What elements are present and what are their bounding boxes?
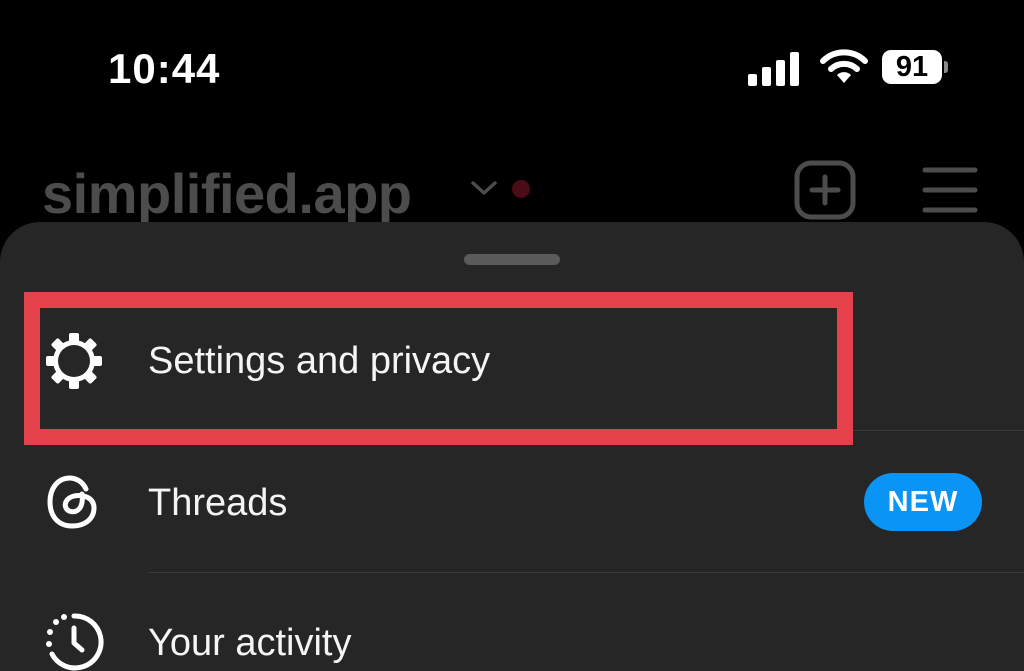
new-badge: NEW: [864, 473, 982, 531]
menu-item-threads[interactable]: Threads NEW: [0, 442, 1024, 562]
divider: [148, 572, 1024, 573]
menu-item-label: Settings and privacy: [148, 340, 491, 382]
notification-dot: [512, 180, 530, 198]
battery-icon: 91: [882, 50, 948, 84]
sheet-grabber[interactable]: [464, 254, 560, 265]
chevron-down-icon[interactable]: [470, 178, 498, 198]
menu-item-settings-and-privacy[interactable]: Settings and privacy: [0, 302, 1024, 422]
gear-icon: [46, 333, 102, 389]
create-post-icon[interactable]: [794, 160, 856, 220]
menu-item-your-activity[interactable]: Your activity: [0, 582, 1024, 671]
divider: [148, 430, 1024, 431]
signal-icon: [748, 52, 799, 86]
hamburger-menu-icon[interactable]: [922, 166, 978, 214]
menu-sheet: Settings and privacy Threads NEW Your ac…: [0, 222, 1024, 671]
battery-level: 91: [882, 50, 942, 84]
menu-item-label: Threads: [148, 482, 288, 524]
wifi-icon: [820, 49, 868, 83]
threads-icon: [47, 475, 97, 529]
status-time: 10:44: [108, 45, 221, 92]
menu-item-label: Your activity: [148, 622, 352, 664]
screen: 10:44 91 simplified.app Settings and pri…: [0, 0, 1024, 671]
battery-cap: [944, 61, 948, 73]
activity-clock-icon: [46, 613, 104, 671]
profile-username[interactable]: simplified.app: [42, 160, 412, 228]
